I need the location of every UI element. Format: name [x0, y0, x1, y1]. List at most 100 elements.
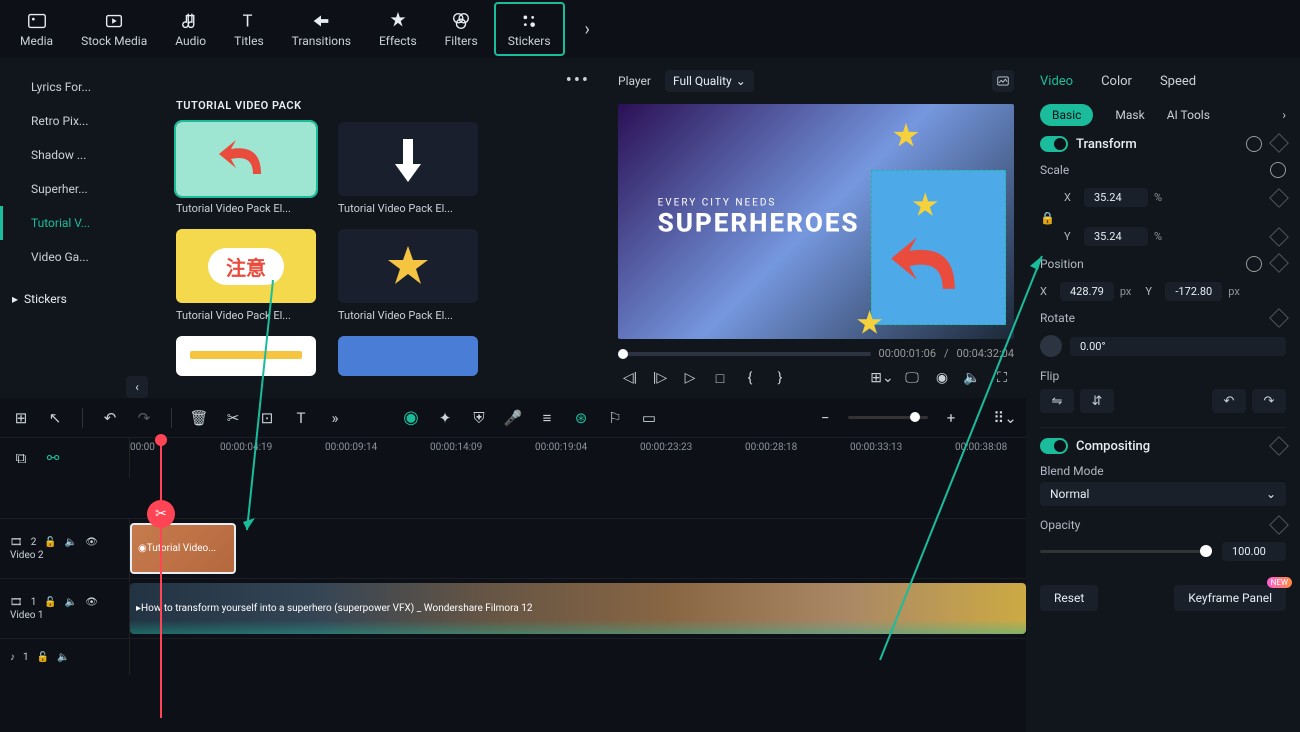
lock-icon[interactable]: 🔓: [44, 597, 56, 608]
tab-color[interactable]: Color: [1101, 74, 1132, 89]
rotate-ccw-button[interactable]: ↶: [1212, 389, 1246, 413]
transform-keyframe-icon[interactable]: [1269, 133, 1289, 153]
view-options-icon[interactable]: ⠿⌄: [994, 407, 1016, 429]
nav-audio[interactable]: Audio: [163, 4, 218, 54]
scale-y-keyframe[interactable]: [1269, 227, 1289, 247]
delete-icon[interactable]: 🗑: [188, 407, 210, 429]
play-icon[interactable]: ▷: [678, 366, 702, 390]
scrub-handle[interactable]: [618, 349, 628, 359]
text-icon[interactable]: T: [290, 407, 312, 429]
selected-sticker-bbox[interactable]: [871, 170, 1006, 325]
nav-media[interactable]: Media: [8, 4, 65, 54]
sidebar-item-lyrics[interactable]: Lyrics For...: [0, 70, 160, 104]
scrub-track[interactable]: [618, 352, 871, 356]
mic-icon[interactable]: 🎤: [502, 407, 524, 429]
next-frame-icon[interactable]: |▷: [648, 366, 672, 390]
sparkle-icon[interactable]: ✦: [434, 407, 456, 429]
magnet-icon[interactable]: ⊛: [570, 407, 592, 429]
nav-more-chevron[interactable]: ›: [573, 19, 602, 40]
playhead[interactable]: ✂: [160, 438, 162, 718]
grid-icon[interactable]: ⊞: [10, 407, 32, 429]
compositing-toggle[interactable]: [1040, 438, 1068, 454]
nav-titles[interactable]: TTitles: [222, 4, 275, 54]
asset-item[interactable]: [338, 336, 478, 376]
position-reset-icon[interactable]: [1246, 256, 1262, 272]
snapshot-icon[interactable]: [992, 70, 1014, 92]
reset-button[interactable]: Reset: [1040, 585, 1098, 611]
nav-transitions[interactable]: Transitions: [280, 4, 363, 54]
sidebar-item-superhero[interactable]: Superher...: [0, 172, 160, 206]
video-clip[interactable]: ▸ How to transform yourself into a super…: [130, 583, 1026, 634]
display-icon[interactable]: 🖵: [900, 366, 924, 390]
subtab-mask[interactable]: Mask: [1115, 108, 1144, 122]
mark-out-icon[interactable]: }: [768, 366, 792, 390]
zoom-in-icon[interactable]: +: [940, 407, 962, 429]
sidebar-item-shadow[interactable]: Shadow ...: [0, 138, 160, 172]
scale-x-keyframe[interactable]: [1269, 188, 1289, 208]
mute-icon[interactable]: 🔈: [65, 537, 77, 548]
stop-icon[interactable]: □: [708, 366, 732, 390]
blend-mode-select[interactable]: Normal⌄: [1040, 482, 1286, 506]
marker-icon[interactable]: ⚐: [604, 407, 626, 429]
rotate-dial[interactable]: [1040, 335, 1062, 357]
zoom-out-icon[interactable]: −: [814, 407, 836, 429]
asset-item[interactable]: [176, 336, 316, 376]
scale-y-input[interactable]: 35.24: [1084, 227, 1148, 246]
opacity-input[interactable]: 100.00: [1222, 542, 1286, 561]
copy-icon[interactable]: ⧉: [10, 447, 32, 469]
shield-icon[interactable]: ⛨: [468, 407, 490, 429]
mute-icon[interactable]: 🔈: [65, 597, 77, 608]
subtab-ai[interactable]: AI Tools: [1167, 108, 1210, 122]
rotate-keyframe-icon[interactable]: [1269, 308, 1289, 328]
pos-x-input[interactable]: 428.79: [1060, 282, 1114, 301]
assets-menu-icon[interactable]: •••: [566, 70, 590, 91]
tab-speed[interactable]: Speed: [1160, 74, 1196, 89]
nav-filters[interactable]: Filters: [433, 4, 490, 54]
mark-in-icon[interactable]: {: [738, 366, 762, 390]
opacity-slider[interactable]: [1040, 550, 1212, 553]
sticker-clip[interactable]: ◉ Tutorial Video...: [130, 523, 236, 574]
mute-icon[interactable]: 🔈: [57, 652, 69, 663]
nav-effects[interactable]: Effects: [367, 4, 429, 54]
list-icon[interactable]: ≡: [536, 407, 558, 429]
visibility-icon[interactable]: 👁: [85, 597, 98, 608]
keyframe-panel-button[interactable]: Keyframe Panel NEW: [1174, 585, 1286, 611]
ratio-icon[interactable]: ⊞⌄: [870, 366, 894, 390]
frame-icon[interactable]: ▭: [638, 407, 660, 429]
nav-stock-media[interactable]: Stock Media: [69, 4, 159, 54]
nav-stickers[interactable]: Stickers: [494, 2, 565, 56]
split-icon[interactable]: ✂: [222, 407, 244, 429]
subtab-basic[interactable]: Basic: [1040, 104, 1093, 126]
ruler[interactable]: ✂ 00:00 00:00:04:19 00:00:09:14 00:00:14…: [130, 438, 1026, 478]
redo-icon[interactable]: ↷: [133, 407, 155, 429]
volume-icon[interactable]: 🔈: [960, 366, 984, 390]
fullscreen-icon[interactable]: ⛶: [990, 366, 1014, 390]
asset-item[interactable]: Tutorial Video Pack El...: [176, 122, 316, 215]
visibility-icon[interactable]: 👁: [85, 537, 98, 548]
zoom-slider[interactable]: [848, 416, 928, 419]
tab-video[interactable]: Video: [1040, 74, 1073, 89]
sidebar-item-retro[interactable]: Retro Pix...: [0, 104, 160, 138]
lock-icon[interactable]: 🔓: [44, 537, 56, 548]
position-keyframe-icon[interactable]: [1269, 253, 1289, 273]
flip-vertical-button[interactable]: ⇵: [1080, 389, 1114, 413]
prev-frame-icon[interactable]: ◁|: [618, 366, 642, 390]
preview-viewport[interactable]: EVERY CITY NEEDS SUPERHEROES: [618, 104, 1014, 339]
sidebar-item-tutorial[interactable]: Tutorial V...: [0, 206, 160, 240]
compositing-keyframe-icon[interactable]: [1269, 436, 1289, 456]
quality-dropdown[interactable]: Full Quality⌄: [665, 70, 754, 92]
playhead-cut-icon[interactable]: ✂: [147, 500, 175, 528]
opacity-keyframe-icon[interactable]: [1269, 515, 1289, 535]
rotate-input[interactable]: 0.00°: [1070, 337, 1286, 356]
lock-icon[interactable]: 🔓: [37, 652, 49, 663]
link-icon[interactable]: ⚯: [42, 447, 64, 469]
crop-icon[interactable]: ⊡: [256, 407, 278, 429]
sidebar-category-stickers[interactable]: ▸Stickers: [0, 282, 160, 316]
rotate-cw-button[interactable]: ↷: [1252, 389, 1286, 413]
subtab-more-chevron[interactable]: ›: [1282, 108, 1286, 122]
undo-icon[interactable]: ↶: [99, 407, 121, 429]
more-tools-icon[interactable]: »: [324, 407, 346, 429]
ai-icon[interactable]: ◉: [400, 407, 422, 429]
asset-item[interactable]: Tutorial Video Pack El...: [338, 122, 478, 215]
camera-icon[interactable]: ◉: [930, 366, 954, 390]
